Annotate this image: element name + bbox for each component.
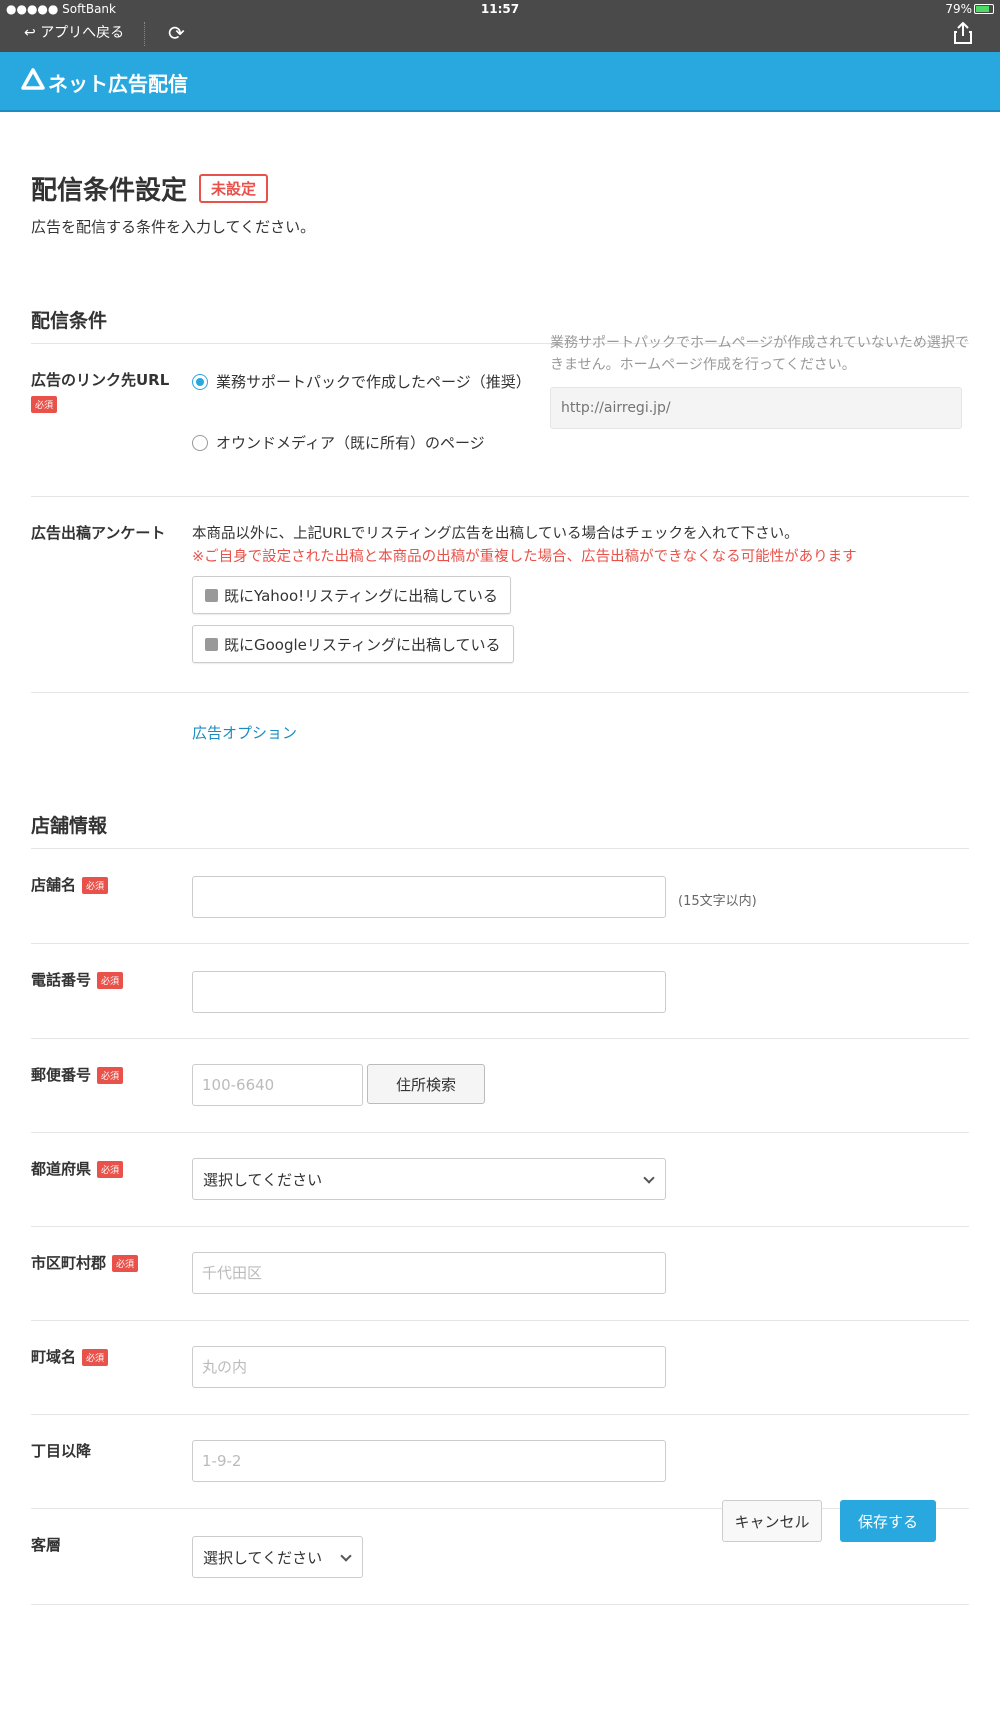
label-text: 店舗名 [31, 876, 77, 894]
divider [31, 496, 969, 497]
address-search-button[interactable]: 住所検索 [367, 1064, 485, 1104]
link-url-label: 広告のリンク先URL 必須 [31, 369, 169, 413]
prefecture-label: 都道府県 必須 [31, 1158, 124, 1179]
divider [31, 1508, 969, 1509]
required-badge: 必須 [82, 1349, 109, 1366]
label-text: 電話番号 [31, 971, 92, 989]
checkbox-label: 既にGoogleリスティングに出稿している [224, 635, 501, 654]
checkbox-icon [205, 588, 218, 602]
label-text: 客層 [31, 1536, 62, 1554]
survey-description: 本商品以外に、上記URLでリスティング広告を出稿している場合はチェックを入れて下… [192, 526, 799, 542]
store-name-input[interactable] [192, 876, 666, 918]
divider [31, 943, 969, 944]
customer-select[interactable]: 選択してください [192, 1536, 363, 1578]
radio-label: オウンドメディア（既に所有）のページ [216, 434, 485, 452]
select-value: 選択してください [203, 1548, 323, 1567]
required-badge: 必須 [82, 877, 109, 894]
battery-fill [976, 6, 989, 12]
divider [31, 692, 969, 693]
street-input[interactable] [192, 1440, 666, 1482]
city-label: 市区町村郡 必須 [31, 1252, 139, 1273]
radio-unchecked-icon [192, 434, 208, 451]
back-label: アプリへ戻る [40, 25, 125, 41]
required-badge: 必須 [112, 1255, 139, 1272]
required-badge: 必須 [97, 972, 124, 989]
required-badge: 必須 [97, 1161, 124, 1178]
town-input[interactable] [192, 1346, 666, 1388]
triangle-logo-icon [21, 68, 45, 90]
divider [31, 1132, 969, 1133]
divider [31, 1038, 969, 1039]
owned-media-url-input[interactable] [550, 387, 962, 429]
nav-divider [144, 22, 145, 46]
select-value: 選択してください [203, 1170, 323, 1189]
save-button[interactable]: 保存する [840, 1500, 936, 1542]
label-text: 都道府県 [31, 1160, 92, 1178]
app-header: ネット広告配信 [0, 52, 1000, 112]
survey-warning: ※ご自身で設定された出稿と本商品の出稿が重複した場合、広告出稿ができなくなる可能… [192, 549, 857, 565]
postal-code-input[interactable] [192, 1064, 363, 1106]
google-listing-checkbox[interactable]: 既にGoogleリスティングに出稿している [192, 625, 514, 663]
phone-input[interactable] [192, 971, 666, 1013]
required-badge: 必須 [97, 1067, 124, 1084]
back-to-app-button[interactable]: ↩ アプリへ戻る [24, 22, 124, 42]
divider [31, 1414, 969, 1415]
radio-checked-icon [192, 373, 208, 390]
label-text: 市区町村郡 [31, 1254, 107, 1272]
status-badge: 未設定 [199, 174, 269, 203]
section-title-delivery: 配信条件 [31, 310, 108, 332]
page-title-row: 配信条件設定 未設定 [31, 170, 269, 207]
label-text: 丁目以降 [31, 1442, 92, 1460]
chevron-down-icon [643, 1172, 655, 1184]
store-name-label: 店舗名 必須 [31, 874, 109, 895]
divider [31, 1604, 969, 1605]
street-label: 丁目以降 [31, 1440, 91, 1461]
radio-support-pack-page[interactable]: 業務サポートパックで作成したページ（推奨） [192, 371, 531, 392]
battery-percent: 79% [945, 2, 972, 16]
checkbox-icon [205, 637, 218, 651]
town-label: 町域名 必須 [31, 1346, 109, 1367]
reload-icon[interactable]: ⟳ [168, 21, 185, 45]
clock: 11:57 [480, 2, 520, 16]
page-title: 配信条件設定 [31, 176, 188, 206]
radio-owned-media-page[interactable]: オウンドメディア（既に所有）のページ [192, 432, 485, 453]
divider [31, 1226, 969, 1227]
prefecture-select[interactable]: 選択してください [192, 1158, 666, 1200]
battery-icon [974, 4, 994, 14]
yahoo-listing-checkbox[interactable]: 既にYahoo!リスティングに出稿している [192, 576, 511, 614]
share-icon[interactable] [954, 22, 972, 44]
link-url-label-text: 広告のリンク先URL [31, 371, 170, 389]
app-title: ネット広告配信 [48, 72, 188, 96]
phone-label: 電話番号 必須 [31, 969, 124, 990]
postal-label: 郵便番号 必須 [31, 1064, 124, 1085]
divider [31, 848, 969, 849]
required-badge: 必須 [31, 396, 57, 413]
cancel-button[interactable]: キャンセル [722, 1500, 822, 1542]
status-bar: ●●●●● SoftBank 11:57 79% ↩ アプリへ戻る ⟳ [0, 0, 1000, 52]
divider [31, 1320, 969, 1321]
chevron-down-icon [340, 1550, 352, 1562]
ad-option-link[interactable]: 広告オプション [192, 722, 297, 743]
customer-label: 客層 [31, 1534, 61, 1555]
label-text: 町域名 [31, 1348, 77, 1366]
checkbox-label: 既にYahoo!リスティングに出稿している [224, 586, 498, 605]
page-description: 広告を配信する条件を入力してください。 [31, 218, 316, 236]
section-title-store: 店舗情報 [31, 815, 108, 837]
city-input[interactable] [192, 1252, 666, 1294]
store-name-hint: (15文字以内) [678, 894, 757, 909]
survey-label: 広告出稿アンケート [31, 524, 166, 542]
label-text: 郵便番号 [31, 1066, 92, 1084]
radio-label: 業務サポートパックで作成したページ（推奨） [216, 373, 531, 391]
url-note: 業務サポートパックでホームページが作成されていないため選択できません。ホームペー… [550, 335, 969, 373]
